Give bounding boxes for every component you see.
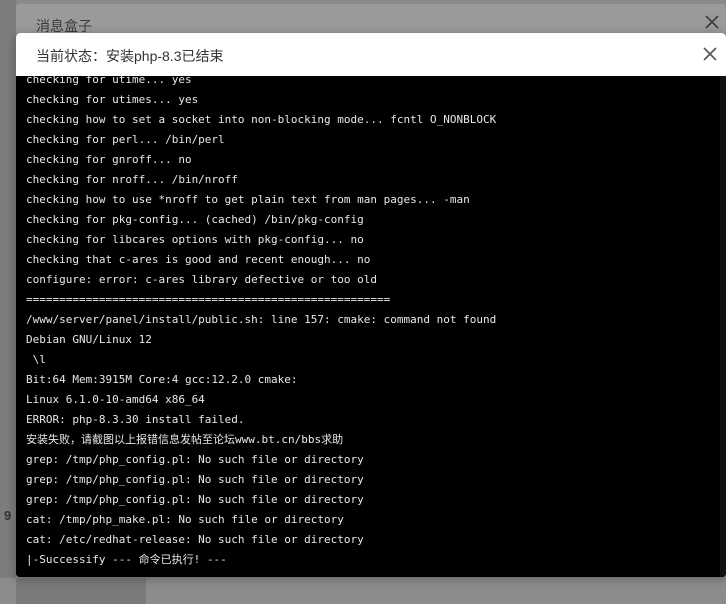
dialog-header: 当前状态：安装php-8.3已结束 xyxy=(16,33,726,76)
console-line: ========================================… xyxy=(26,293,391,306)
close-icon[interactable] xyxy=(702,46,718,62)
console-line: grep: /tmp/php_config.pl: No such file o… xyxy=(26,453,364,466)
install-status-dialog: 当前状态：安装php-8.3已结束 checking for utime... … xyxy=(16,33,726,577)
console-line: Debian GNU/Linux 12 xyxy=(26,333,152,346)
console-line: checking for gnroff... no xyxy=(26,153,192,166)
console-line: grep: /tmp/php_config.pl: No such file o… xyxy=(26,473,364,486)
close-icon[interactable] xyxy=(704,14,720,30)
console-line: checking how to set a socket into non-bl… xyxy=(26,113,497,126)
console-line: checking for libcares options with pkg-c… xyxy=(26,233,364,246)
console-line: \l xyxy=(26,353,46,366)
console-line: checking for utime... yes xyxy=(26,76,192,86)
console-line: /www/server/panel/install/public.sh: lin… xyxy=(26,313,497,326)
console-line: configure: error: c-ares library defecti… xyxy=(26,273,377,286)
console-line: checking how to use *nroff to get plain … xyxy=(26,193,470,206)
console-line: cat: /etc/redhat-release: No such file o… xyxy=(26,533,364,546)
console-lines: checking for utime... yes checking for ut… xyxy=(26,76,496,570)
console-line: |-Successify --- 命令已执行! --- xyxy=(26,553,227,566)
background-fragment-text: 9 xyxy=(4,508,12,523)
console-output[interactable]: checking for utime... yes checking for ut… xyxy=(16,76,726,577)
console-line: checking for nroff... /bin/nroff xyxy=(26,173,238,186)
console-scrollbar[interactable] xyxy=(720,76,726,577)
console-line: checking for perl... /bin/perl xyxy=(26,133,225,146)
console-line: Bit:64 Mem:3915M Core:4 gcc:12.2.0 cmake… xyxy=(26,373,298,386)
console-line: Linux 6.1.0-10-amd64 x86_64 xyxy=(26,393,205,406)
console-line: checking that c-ares is good and recent … xyxy=(26,253,371,266)
dialog-title: 当前状态：安装php-8.3已结束 xyxy=(36,48,224,64)
background-page-bottom-block xyxy=(16,578,146,604)
console-line: 安装失败，请截图以上报错信息发帖至论坛www.bt.cn/bbs求助 xyxy=(26,433,344,446)
console-line: cat: /tmp/php_make.pl: No such file or d… xyxy=(26,513,344,526)
console-line: ERROR: php-8.3.30 install failed. xyxy=(26,413,245,426)
console-line: grep: /tmp/php_config.pl: No such file o… xyxy=(26,493,364,506)
console-line: checking for pkg-config... (cached) /bin… xyxy=(26,213,364,226)
console-line: checking for utimes... yes xyxy=(26,93,199,106)
